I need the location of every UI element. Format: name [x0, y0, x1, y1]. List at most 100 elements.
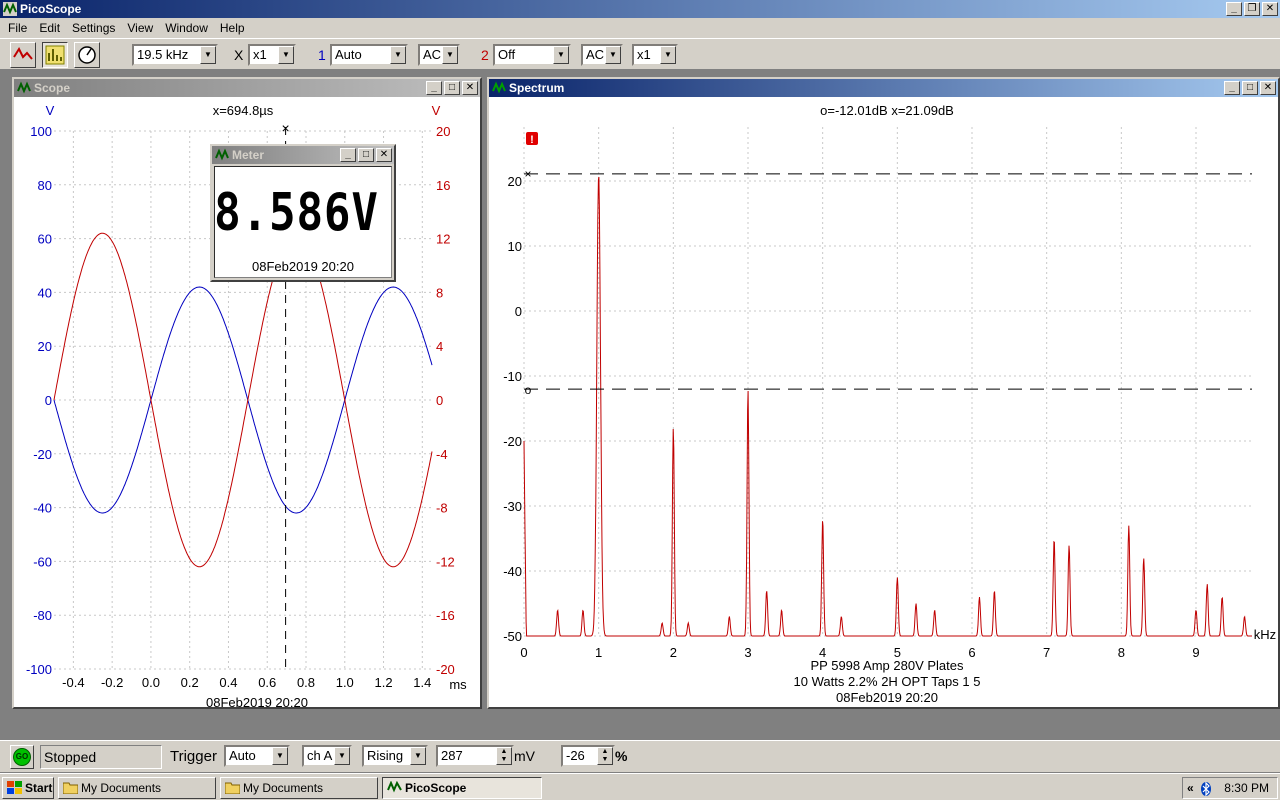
go-icon: GO	[13, 748, 31, 766]
meter-view-button[interactable]	[74, 42, 100, 68]
minimize-icon[interactable]: _	[1226, 2, 1242, 16]
trigger-level-value: 287	[441, 748, 463, 763]
spin-arrows-icon[interactable]: ▲ ▼	[496, 747, 512, 765]
chevron-down-icon[interactable]: ▼	[660, 46, 676, 64]
scope-right-unit: V	[432, 103, 441, 118]
pretrigger-input[interactable]: -26 ▲ ▼	[561, 745, 615, 767]
scope-view-button[interactable]	[10, 42, 36, 68]
menu-settings[interactable]: Settings	[66, 18, 121, 38]
channel-2-coupling-select[interactable]: AC ▼	[581, 44, 623, 66]
chevron-down-icon[interactable]: ▼	[410, 747, 426, 765]
pretrigger-value: -26	[566, 748, 585, 763]
menu-file[interactable]: File	[2, 18, 33, 38]
menu-view[interactable]: View	[121, 18, 159, 38]
trigger-edge-select[interactable]: Rising ▼	[362, 745, 428, 767]
trigger-label: Trigger	[170, 748, 217, 765]
minimize-icon[interactable]: _	[426, 81, 442, 95]
close-icon[interactable]: ✕	[1260, 81, 1276, 95]
task-picoscope[interactable]: PicoScope	[382, 777, 542, 799]
chevron-down-icon[interactable]: ▼	[442, 46, 458, 64]
picoscope-icon	[17, 81, 31, 94]
scope-left-tick: -60	[33, 554, 52, 569]
channel-2-range-select[interactable]: Off ▼	[493, 44, 571, 66]
spectrum-view-button[interactable]	[42, 42, 68, 68]
go-button[interactable]: GO	[10, 745, 34, 769]
scope-right-tick: -4	[436, 447, 448, 462]
scope-x-tick: 1.0	[336, 675, 354, 690]
scope-date: 08Feb2019 20:20	[206, 695, 308, 707]
spectrum-x-tick: 6	[968, 645, 975, 660]
picoscope-icon	[387, 781, 402, 793]
scope-left-tick: -80	[33, 608, 52, 623]
spectrum-plot-area[interactable]: 0 1 2 3 4 5 6 7 8 9 20 10 0 -10 -20 -30 -40 -50 kHz o=-12.0…	[489, 97, 1278, 707]
spectrum-chart[interactable]: 0 1 2 3 4 5 6 7 8 920100-10-20-30-40-50 kHzo=-12.0…	[489, 97, 1278, 707]
x-multiplier-select[interactable]: x1 ▼	[248, 44, 296, 66]
spectrum-title-bar[interactable]: Spectrum _ □ ✕	[489, 79, 1278, 97]
scope-x-tick: 0.6	[258, 675, 276, 690]
spin-arrows-icon[interactable]: ▲ ▼	[597, 747, 613, 765]
scope-left-tick: 80	[38, 178, 52, 193]
task-my-documents-2[interactable]: My Documents	[220, 777, 378, 799]
spectrum-y-tick: 0	[515, 304, 522, 319]
maximize-icon[interactable]: □	[1242, 81, 1258, 95]
run-state-panel: Stopped	[40, 745, 162, 769]
spectrum-caption-line1: PP 5998 Amp 280V Plates	[811, 658, 964, 673]
menu-help[interactable]: Help	[214, 18, 251, 38]
app-title: PicoScope	[20, 2, 82, 16]
chevron-down-icon[interactable]: ▼	[278, 46, 294, 64]
scope-right-tick: -12	[436, 554, 455, 569]
spectrum-x-tick: 7	[1043, 645, 1050, 660]
menu-edit[interactable]: Edit	[33, 18, 66, 38]
scope-x-tick: 1.2	[374, 675, 392, 690]
restore-icon[interactable]: ❐	[1244, 2, 1260, 16]
chevron-down-icon[interactable]: ▼	[390, 46, 406, 64]
trigger-mode-select[interactable]: Auto ▼	[224, 745, 290, 767]
spectrum-window: Spectrum _ □ ✕ 0 1 2 3 4 5 6 7 8 9 20 10 0 -10 -20 -30-…	[487, 77, 1280, 709]
minimize-icon[interactable]: _	[340, 148, 356, 162]
channel-2-multiplier-select[interactable]: x1 ▼	[632, 44, 678, 66]
channel-1-range-select[interactable]: Auto ▼	[330, 44, 408, 66]
channel-1-range-value: Auto	[335, 47, 362, 62]
scope-x-tick: 0.4	[219, 675, 237, 690]
close-icon[interactable]: ✕	[376, 148, 392, 162]
chevron-down-icon[interactable]: ▼	[605, 46, 621, 64]
meter-title-bar[interactable]: Meter _ □ ✕	[212, 146, 394, 164]
scope-x-tick: -0.2	[101, 675, 123, 690]
trigger-level-input[interactable]: 287 ▲ ▼	[436, 745, 514, 767]
channel-1-coupling-select[interactable]: AC ▼	[418, 44, 460, 66]
maximize-icon[interactable]: □	[358, 148, 374, 162]
meter-date: 08Feb2019 20:20	[252, 259, 354, 274]
app-title-bar[interactable]: PicoScope _ ❐ ✕	[0, 0, 1280, 18]
tray-expand-icon[interactable]: «	[1187, 778, 1194, 798]
spectrum-x-tick: 2	[670, 645, 677, 660]
scope-right-tick: 8	[436, 285, 443, 300]
minimize-icon[interactable]: _	[1224, 81, 1240, 95]
chevron-down-icon[interactable]: ▼	[200, 46, 216, 64]
task-my-documents-1[interactable]: My Documents	[58, 777, 216, 799]
trigger-channel-select[interactable]: ch A ▼	[302, 745, 352, 767]
scope-right-tick: -8	[436, 501, 448, 516]
scope-x-unit: ms	[449, 677, 467, 692]
chevron-down-icon[interactable]: ▼	[272, 747, 288, 765]
bluetooth-icon[interactable]	[1201, 782, 1211, 796]
meter-body: 8.586V 08Feb2019 20:20	[214, 166, 392, 278]
start-button[interactable]: Start	[2, 777, 54, 799]
system-tray: « 8:30 PM	[1182, 777, 1278, 799]
scope-right-tick: 12	[436, 232, 450, 247]
trigger-edge-value: Rising	[367, 748, 404, 763]
taskbar: Start My Documents My Documents PicoScop…	[0, 773, 1280, 800]
maximize-icon[interactable]: □	[444, 81, 460, 95]
channel-2-range-value: Off	[498, 47, 516, 62]
task-label: My Documents	[81, 781, 162, 795]
chevron-down-icon[interactable]: ▼	[334, 747, 350, 765]
spectrum-cursor-x-marker: ×	[524, 167, 531, 181]
close-icon[interactable]: ✕	[462, 81, 478, 95]
timebase-select[interactable]: 19.5 kHz ▼	[132, 44, 218, 66]
pretrigger-unit: %	[615, 748, 628, 764]
close-icon[interactable]: ✕	[1262, 2, 1278, 16]
chevron-down-icon[interactable]: ▼	[553, 46, 569, 64]
menu-window[interactable]: Window	[159, 18, 214, 38]
scope-title-bar[interactable]: Scope _ □ ✕	[14, 79, 480, 97]
channel-2-coupling-value: AC	[586, 47, 605, 62]
spectrum-y-tick: -40	[503, 564, 522, 579]
